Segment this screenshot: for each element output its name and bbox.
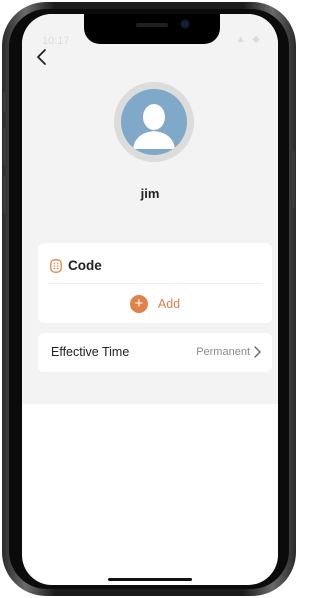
- app-screen: 10:17 ▲ ◆ jim Code + Add Effective Time …: [22, 14, 278, 585]
- effective-time-value: Permanent: [196, 346, 250, 358]
- speaker-grille: [136, 23, 168, 27]
- plus-icon: +: [129, 295, 148, 313]
- user-name: jim: [140, 186, 160, 201]
- status-icons: ▲ ◆: [235, 34, 262, 45]
- code-header: Code: [50, 258, 102, 273]
- chevron-right-icon: [254, 346, 261, 358]
- back-button[interactable]: [34, 46, 52, 68]
- home-indicator[interactable]: [108, 578, 192, 581]
- effective-time-row[interactable]: Effective Time Permanent: [38, 333, 272, 372]
- user-avatar-icon: [121, 89, 187, 155]
- notch: [84, 14, 220, 44]
- effective-time-label: Effective Time: [51, 345, 130, 359]
- code-keypad-icon: [50, 258, 62, 273]
- volume-up-button: [3, 128, 6, 166]
- avatar: [114, 82, 194, 162]
- front-camera: [181, 20, 189, 28]
- code-card: Code + Add: [38, 243, 272, 323]
- volume-down-button: [3, 176, 6, 214]
- divider: [48, 283, 262, 284]
- mute-switch: [3, 92, 6, 112]
- chevron-left-icon: [37, 49, 46, 65]
- add-label: Add: [157, 297, 181, 311]
- code-title: Code: [68, 258, 102, 273]
- add-code-button[interactable]: + Add: [38, 292, 272, 316]
- power-button: [292, 150, 295, 208]
